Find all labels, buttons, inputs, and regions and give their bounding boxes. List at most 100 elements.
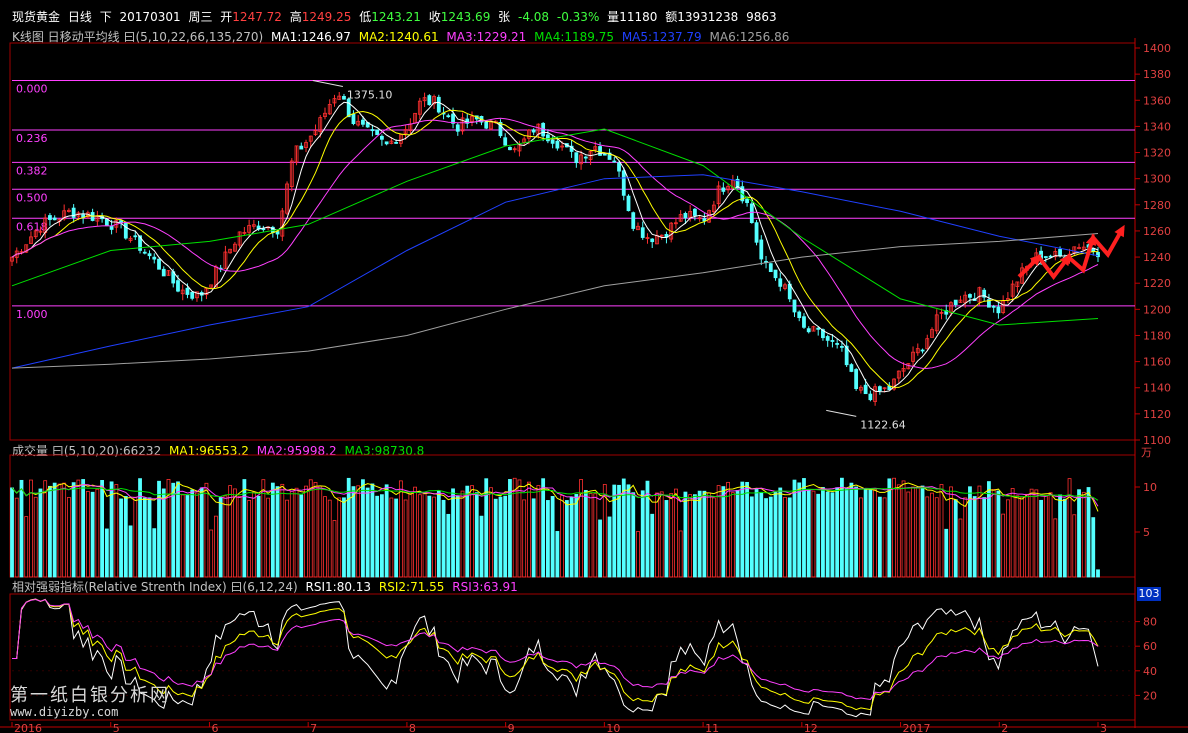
candle-body: [792, 299, 797, 313]
volume-tick-label: 10: [1143, 481, 1157, 494]
volume-tick-label: 5: [1143, 526, 1150, 539]
volume-bar: [626, 484, 631, 578]
volume-bar: [863, 488, 868, 578]
volume-bar: [266, 497, 270, 578]
price-tick-label: 1360: [1143, 94, 1171, 107]
volume-bar: [85, 491, 90, 578]
volume-bar: [190, 489, 195, 578]
candle-body: [436, 96, 441, 113]
volume-bar: [555, 531, 560, 578]
volume-bar: [465, 485, 470, 578]
volume-bar: [749, 496, 754, 578]
volume-bar: [730, 492, 735, 578]
volume-bar: [1043, 494, 1048, 578]
volume-bar: [223, 495, 228, 578]
x-tick-label: 5: [113, 722, 120, 733]
candle-body: [683, 212, 688, 219]
candle-body: [1058, 249, 1062, 256]
volume-bar: [38, 488, 43, 578]
volume-bar: [380, 494, 384, 578]
price-tick-label: 1200: [1143, 303, 1171, 316]
x-tick-label: 3: [1100, 722, 1107, 733]
volume-bar: [427, 495, 432, 578]
volume-bar: [261, 479, 266, 578]
volume-bar: [1086, 487, 1091, 578]
volume-bar: [48, 485, 52, 578]
volume-bar: [517, 479, 522, 578]
volume-bar: [645, 480, 650, 578]
volume-bar: [498, 496, 503, 578]
volume-bar: [977, 485, 982, 578]
volume-bar: [176, 481, 180, 578]
volume-bar: [308, 479, 313, 578]
candle-body: [825, 336, 830, 341]
candle-body: [1091, 248, 1096, 252]
volume-bar: [939, 484, 944, 578]
volume-bar: [697, 490, 702, 578]
fib-level-label: 0.618: [16, 220, 48, 233]
volume-bar: [133, 496, 138, 578]
volume-bar: [835, 487, 840, 578]
volume-bar: [294, 487, 299, 578]
volume-bar: [43, 480, 48, 578]
candle-body: [104, 218, 109, 226]
volume-bar: [958, 518, 963, 578]
price-tick-label: 1140: [1143, 382, 1171, 395]
volume-bar: [214, 515, 218, 578]
candle-body: [147, 253, 152, 257]
candle-body: [394, 141, 399, 144]
candle-body: [157, 258, 161, 270]
candle-body: [749, 203, 754, 224]
chart-canvas[interactable]: 1100112011401160118012001220124012601280…: [0, 0, 1188, 733]
volume-bar: [10, 487, 14, 578]
candle-body: [142, 251, 147, 254]
volume-bar: [157, 480, 161, 578]
candle-body: [380, 135, 384, 140]
volume-bar: [550, 496, 555, 578]
volume-bar: [631, 492, 636, 578]
volume-bar: [612, 484, 617, 578]
rsi1-line: [12, 598, 1099, 718]
rsi-tick-label: 40: [1143, 665, 1157, 678]
annotation-label: 1375.10: [347, 89, 393, 102]
volume-bar: [930, 492, 934, 578]
panel-frame: [9, 42, 1136, 441]
volume-bar: [199, 487, 204, 578]
volume-bar: [67, 497, 71, 578]
volume-bar: [289, 490, 294, 578]
annotation-pointer: [826, 409, 857, 417]
volume-bar: [1067, 478, 1072, 578]
candle-body: [920, 349, 925, 352]
volume-bar: [844, 488, 849, 578]
volume-bar: [607, 516, 612, 578]
volume-bar: [398, 480, 403, 578]
volume-bar: [849, 482, 854, 578]
volume-bar: [19, 479, 24, 578]
candle-body: [877, 386, 882, 391]
price-tick-label: 1340: [1143, 120, 1171, 133]
price-tick-label: 1240: [1143, 251, 1171, 264]
volume-bar: [270, 482, 275, 578]
candle-body: [261, 228, 266, 231]
volume-bar: [821, 487, 825, 578]
volume-bar: [180, 494, 185, 578]
volume-bar: [963, 497, 968, 578]
volume-bar: [100, 480, 105, 578]
volume-bar: [436, 490, 441, 578]
candle-body: [617, 162, 621, 172]
candle-body: [953, 299, 958, 306]
price-tick-label: 1180: [1143, 329, 1171, 342]
volume-bar: [541, 478, 546, 578]
volume-bar: [991, 489, 996, 578]
volume-bar: [920, 485, 925, 578]
volume-bar: [806, 489, 811, 578]
volume-bar: [147, 497, 152, 578]
volume-bar: [114, 484, 119, 578]
volume-bar: [256, 495, 261, 578]
volume-bar: [560, 495, 565, 578]
fib-level-label: 0.236: [16, 132, 48, 145]
volume-bar: [759, 491, 764, 578]
candle-body: [545, 134, 550, 142]
volume-bar: [1081, 491, 1086, 578]
volume-bar: [868, 488, 873, 578]
